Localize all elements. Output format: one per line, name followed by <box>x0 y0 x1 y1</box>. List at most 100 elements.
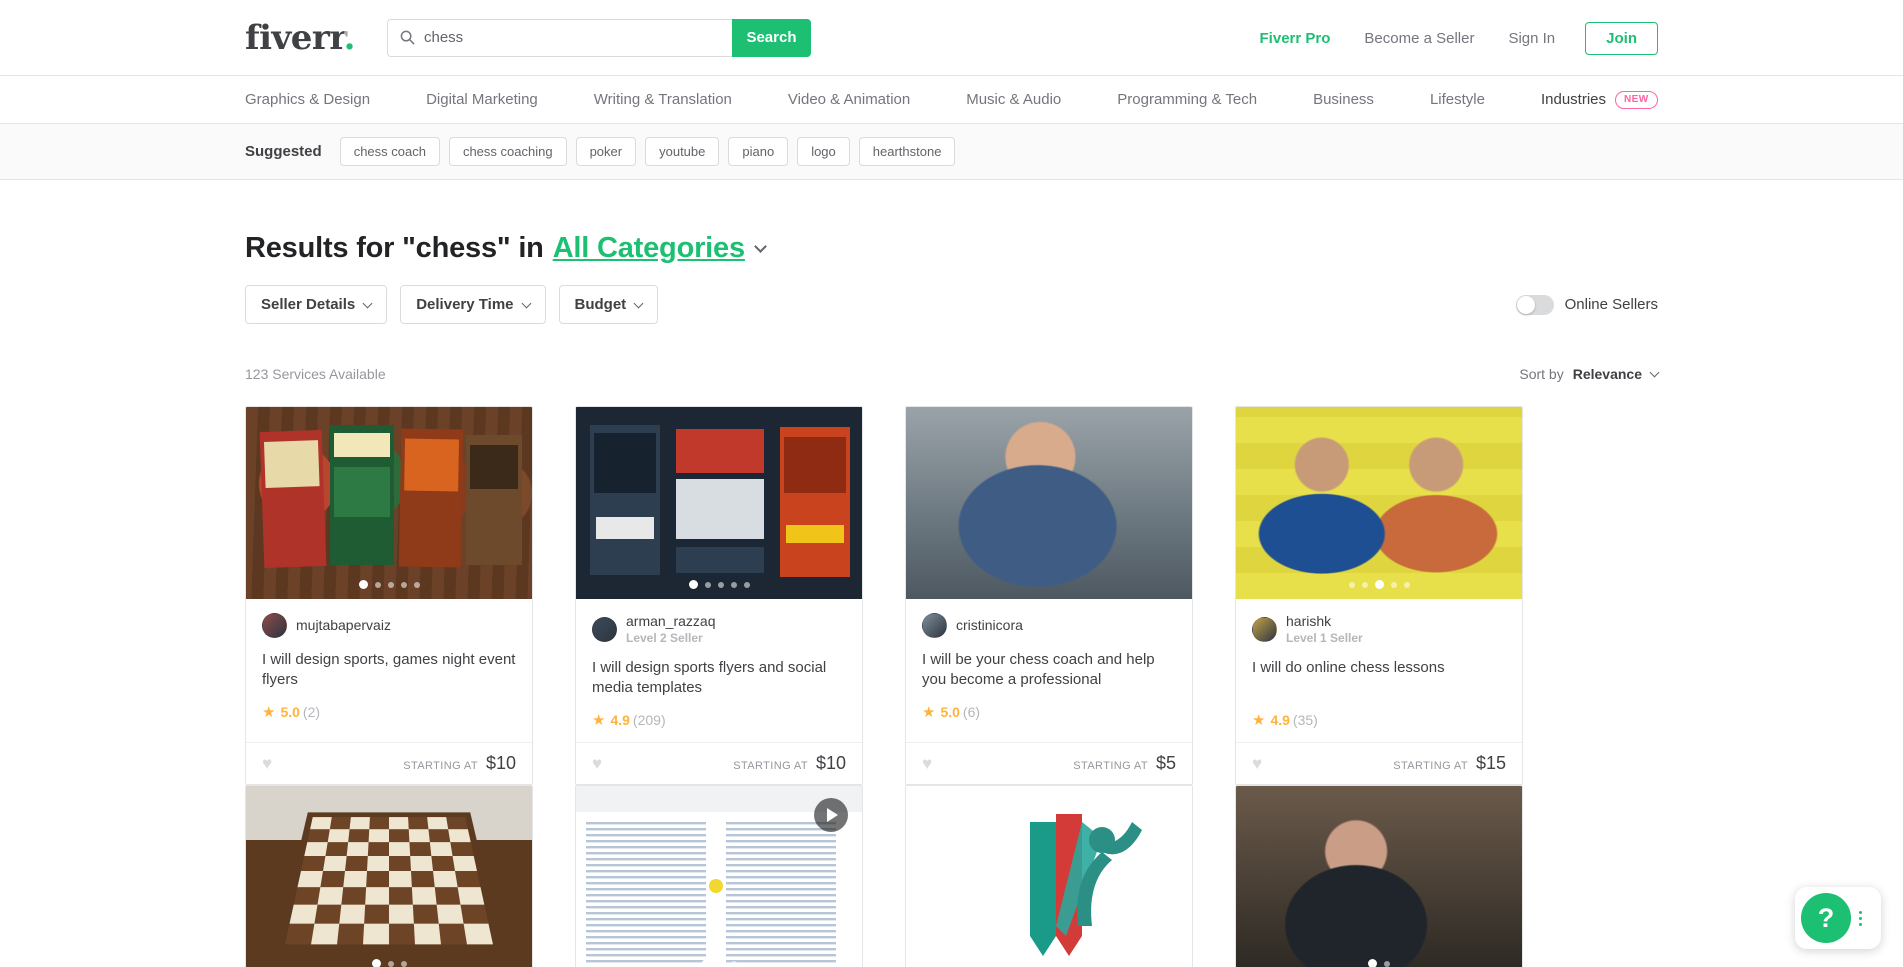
filter-seller-details[interactable]: Seller Details <box>245 285 388 324</box>
nav-category-music-audio[interactable]: Music & Audio <box>966 91 1061 108</box>
suggested-tag[interactable]: logo <box>797 136 850 167</box>
gig-image[interactable] <box>906 407 1192 599</box>
fiverr-logo[interactable]: fiverr. <box>245 17 356 58</box>
suggested-tag[interactable]: chess coach <box>339 136 440 167</box>
carousel-dot[interactable] <box>400 581 407 588</box>
seller-name[interactable]: harishk <box>1286 613 1363 631</box>
carousel-dot[interactable] <box>1060 960 1067 967</box>
gig-image[interactable] <box>246 407 532 599</box>
seller-name[interactable]: cristinicora <box>956 617 1023 635</box>
online-sellers-toggle[interactable]: Online Sellers <box>1515 294 1658 315</box>
carousel-dot[interactable] <box>730 960 737 967</box>
carousel-dot[interactable] <box>1361 581 1368 588</box>
nav-category-programming-tech[interactable]: Programming & Tech <box>1117 91 1257 108</box>
carousel-dots[interactable] <box>906 959 1192 967</box>
carousel-dot[interactable] <box>1390 581 1397 588</box>
gig-image[interactable] <box>906 786 1192 967</box>
carousel-dot[interactable] <box>717 960 724 967</box>
carousel-dot[interactable] <box>717 581 724 588</box>
nav-category-video-animation[interactable]: Video & Animation <box>788 91 910 108</box>
carousel-dots[interactable] <box>1236 959 1522 967</box>
gig-card[interactable]: cristinicora I will be your chess coach a… <box>905 406 1193 786</box>
heart-icon[interactable]: ♥ <box>922 755 932 772</box>
gig-card[interactable] <box>1235 785 1523 967</box>
nav-category-lifestyle[interactable]: Lifestyle <box>1430 91 1485 108</box>
gig-image[interactable] <box>576 407 862 599</box>
carousel-dot[interactable] <box>701 959 711 967</box>
kebab-menu-icon[interactable] <box>1859 910 1862 926</box>
gig-title[interactable]: I will design sports, games night event … <box>262 650 516 691</box>
carousel-dot[interactable] <box>1348 581 1355 588</box>
nav-category-digital-marketing[interactable]: Digital Marketing <box>426 91 538 108</box>
gig-card[interactable] <box>245 785 533 967</box>
search-input[interactable] <box>423 29 720 46</box>
gig-card[interactable] <box>575 785 863 967</box>
nav-category-graphics-design[interactable]: Graphics & Design <box>245 91 370 108</box>
help-button[interactable]: ? <box>1801 893 1851 943</box>
gig-card[interactable]: harishk Level 1 Seller I will do online ch… <box>1235 406 1523 786</box>
gig-title[interactable]: I will do online chess lessons <box>1252 658 1506 699</box>
carousel-dots[interactable] <box>576 959 862 967</box>
category-filter-link[interactable]: All Categories <box>553 232 745 265</box>
carousel-dot[interactable] <box>1044 959 1054 967</box>
avatar <box>262 613 287 638</box>
suggested-tag[interactable]: youtube <box>645 136 720 167</box>
search-button[interactable]: Search <box>731 18 811 57</box>
gig-title[interactable]: I will design sports flyers and social m… <box>592 658 846 699</box>
seller-info[interactable]: mujtabapervaiz <box>262 613 516 638</box>
nav-category-business[interactable]: Business <box>1313 91 1374 108</box>
gig-image[interactable] <box>1236 786 1522 967</box>
carousel-dots[interactable] <box>246 580 532 589</box>
carousel-dot[interactable] <box>1374 580 1384 589</box>
carousel-dots[interactable] <box>1236 580 1522 589</box>
carousel-dot[interactable] <box>374 581 381 588</box>
search-input-wrap[interactable] <box>386 18 732 57</box>
nav-become-a-seller[interactable]: Become a Seller <box>1364 30 1474 47</box>
carousel-dot[interactable] <box>1368 959 1377 967</box>
seller-name[interactable]: arman_razzaq <box>626 613 716 631</box>
gig-card[interactable]: mujtabapervaiz I will design sports, game… <box>245 406 533 786</box>
carousel-dot[interactable] <box>387 960 394 967</box>
seller-info[interactable]: arman_razzaq Level 2 Seller <box>592 613 846 646</box>
carousel-dot[interactable] <box>413 581 420 588</box>
carousel-dot[interactable] <box>704 581 711 588</box>
suggested-tag[interactable]: hearthstone <box>858 136 956 167</box>
heart-icon[interactable]: ♥ <box>1252 755 1262 772</box>
gig-image[interactable] <box>1236 407 1522 599</box>
carousel-dot[interactable] <box>743 581 750 588</box>
suggested-tag[interactable]: piano <box>728 136 789 167</box>
carousel-dot[interactable] <box>371 959 381 967</box>
seller-name[interactable]: mujtabapervaiz <box>296 617 391 635</box>
carousel-dot[interactable] <box>688 580 698 589</box>
play-icon[interactable] <box>814 798 848 833</box>
sort-control[interactable]: Sort by Relevance <box>1519 366 1660 382</box>
filter-delivery-time[interactable]: Delivery Time <box>400 285 546 324</box>
carousel-dots[interactable] <box>246 959 532 967</box>
suggested-tag[interactable]: chess coaching <box>448 136 567 167</box>
gig-title[interactable]: I will be your chess coach and help you … <box>922 650 1176 691</box>
heart-icon[interactable]: ♥ <box>262 755 272 772</box>
carousel-dot[interactable] <box>1384 960 1390 967</box>
gig-card[interactable] <box>905 785 1193 967</box>
filter-budget[interactable]: Budget <box>558 285 659 324</box>
heart-icon[interactable]: ♥ <box>592 755 602 772</box>
seller-info[interactable]: cristinicora <box>922 613 1176 638</box>
carousel-dot[interactable] <box>358 580 368 589</box>
carousel-dot[interactable] <box>730 581 737 588</box>
carousel-dots[interactable] <box>576 580 862 589</box>
carousel-dot[interactable] <box>1403 581 1410 588</box>
carousel-dot[interactable] <box>1031 960 1038 967</box>
gig-image[interactable] <box>576 786 862 967</box>
carousel-dot[interactable] <box>400 960 407 967</box>
chevron-down-icon[interactable] <box>754 239 767 253</box>
gig-image[interactable] <box>246 786 532 967</box>
nav-category-writing-translation[interactable]: Writing & Translation <box>594 91 732 108</box>
nav-fiverr-pro[interactable]: Fiverr Pro <box>1260 30 1331 47</box>
nav-sign-in[interactable]: Sign In <box>1508 30 1555 47</box>
seller-info[interactable]: harishk Level 1 Seller <box>1252 613 1506 646</box>
nav-category-industries[interactable]: Industries NEW <box>1541 90 1658 109</box>
carousel-dot[interactable] <box>387 581 394 588</box>
gig-card[interactable]: arman_razzaq Level 2 Seller I will design … <box>575 406 863 786</box>
suggested-tag[interactable]: poker <box>575 136 637 167</box>
join-button[interactable]: Join <box>1585 21 1658 55</box>
